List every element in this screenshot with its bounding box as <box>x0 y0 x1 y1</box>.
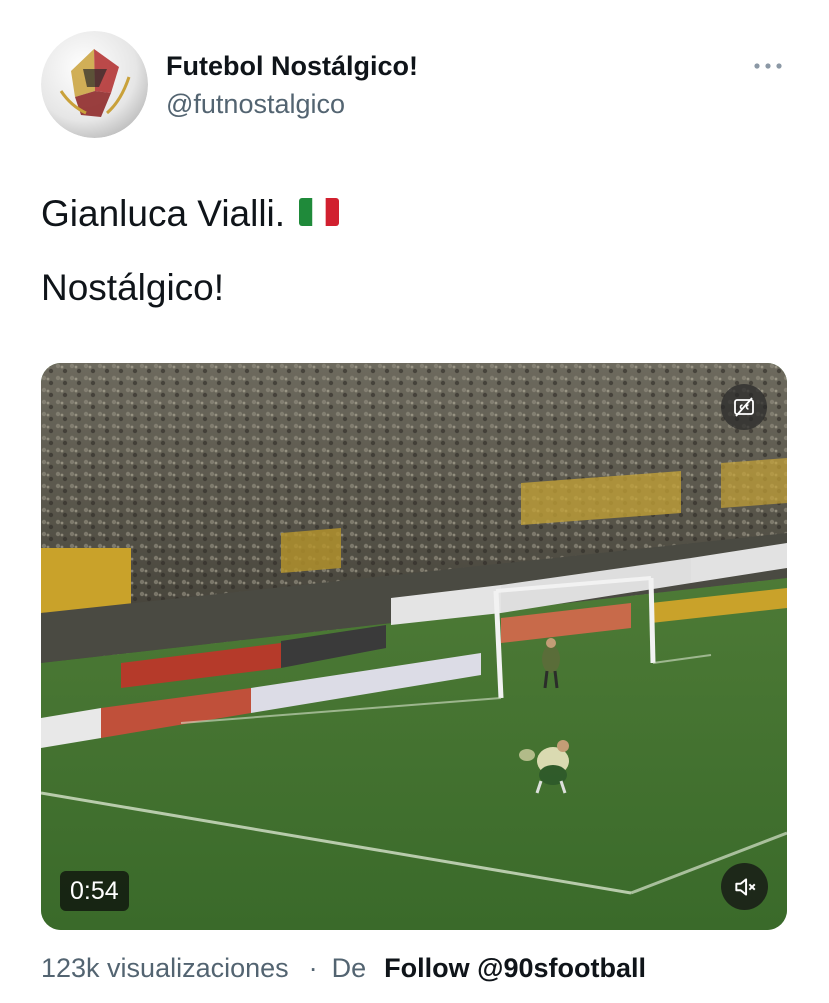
mute-toggle-button[interactable] <box>721 863 768 910</box>
from-label: De <box>331 953 367 983</box>
user-handle[interactable]: @futnostalgico <box>166 88 418 120</box>
avatar[interactable] <box>41 31 148 138</box>
display-name[interactable]: Futebol Nostálgico! <box>166 50 418 82</box>
tweet-line-1-text: Gianluca Vialli. <box>41 193 286 234</box>
separator-dot: · <box>308 953 318 983</box>
author-block: Futebol Nostálgico! @futnostalgico <box>166 50 418 120</box>
tweet-footer: 123k visualizaciones · De Follow @90sfootba… <box>41 950 646 986</box>
volume-muted-icon <box>734 877 755 896</box>
captions-button[interactable] <box>721 384 767 430</box>
video-duration: 0:54 <box>60 871 129 911</box>
view-count: 123k visualizaciones <box>41 953 289 983</box>
tweet-line-1: Gianluca Vialli. <box>41 190 791 238</box>
video-frame <box>41 363 787 930</box>
more-horizontal-icon <box>754 63 782 69</box>
more-options-button[interactable] <box>751 56 785 76</box>
italy-flag-icon <box>299 198 340 227</box>
video-player[interactable]: 0:54 <box>41 363 787 930</box>
closed-captions-off-icon <box>734 397 754 417</box>
source-account-link[interactable]: Follow @90sfootball <box>384 953 646 983</box>
tweet-line-2: Nostálgico! <box>41 267 225 308</box>
tweet-text: Gianluca Vialli. Nostálgico! <box>41 190 791 312</box>
soccer-ball-avatar-icon <box>41 31 148 138</box>
